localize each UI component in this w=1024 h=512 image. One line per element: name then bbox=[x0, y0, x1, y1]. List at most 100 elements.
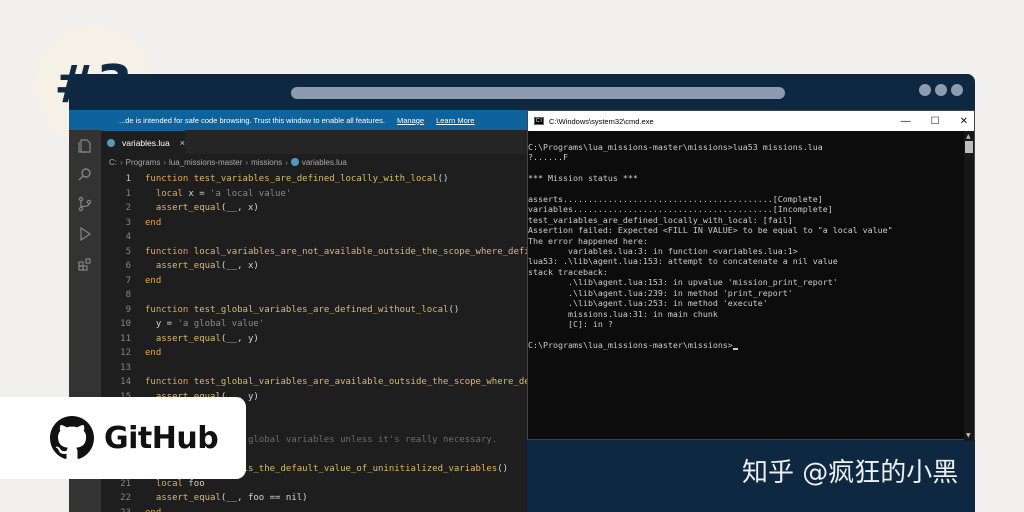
text-cursor bbox=[732, 348, 738, 351]
code-line[interactable]: 22 assert_equal(__, foo == nil) bbox=[101, 491, 527, 506]
cmd-window: C:\ C:\Windows\system32\cmd.exe — ☐ ✕ C:… bbox=[527, 110, 975, 441]
code-line[interactable]: 10 y = 'a global value' bbox=[101, 317, 527, 332]
maximize-icon[interactable]: ☐ bbox=[931, 116, 940, 127]
line-number: 21 bbox=[120, 478, 131, 489]
line-number: 1 bbox=[125, 188, 131, 199]
line-number: 9 bbox=[125, 304, 131, 315]
breadcrumb-item[interactable]: lua_missions-master bbox=[169, 158, 242, 167]
code-text: assert_equal(__, x) bbox=[155, 203, 259, 214]
cmd-app-icon: C:\ bbox=[534, 117, 544, 125]
cmd-line: The error happened here: bbox=[528, 235, 648, 246]
line-number: 11 bbox=[120, 333, 131, 344]
cmd-line: .\lib\agent.lua:239: in method 'print_re… bbox=[528, 287, 793, 298]
lua-file-icon bbox=[107, 138, 115, 147]
window-dot-3[interactable] bbox=[951, 84, 963, 96]
code-line[interactable]: 1 local x = 'a local value' bbox=[101, 187, 527, 202]
github-wordmark: GitHub bbox=[104, 420, 219, 456]
line-number: 22 bbox=[120, 493, 131, 504]
cmd-titlebar: C:\ C:\Windows\system32\cmd.exe — ☐ ✕ bbox=[528, 111, 974, 131]
code-line[interactable]: 14 function test_global_variables_are_ava… bbox=[101, 375, 527, 390]
code-line[interactable]: 12 end bbox=[101, 346, 527, 361]
scroll-down-icon[interactable]: ▼ bbox=[966, 432, 971, 439]
code-text: local x = 'a local value' bbox=[155, 188, 292, 199]
code-line[interactable]: 4 bbox=[101, 230, 527, 245]
cmd-output[interactable]: C:\Programs\lua_missions-master\missions… bbox=[528, 131, 964, 441]
extensions-icon[interactable] bbox=[75, 254, 95, 274]
code-text: function local_variables_are_not_availab… bbox=[145, 246, 527, 257]
line-number: 7 bbox=[125, 275, 131, 286]
cmd-line: variables.lua:3: in function <variables.… bbox=[528, 246, 798, 257]
scroll-thumb[interactable] bbox=[965, 141, 973, 153]
code-line[interactable]: 2 assert_equal(__, x) bbox=[101, 201, 527, 216]
line-number: 4 bbox=[125, 232, 131, 243]
code-line[interactable]: 11 assert_equal(__, y) bbox=[101, 332, 527, 347]
breadcrumb: C: › Programs › lua_missions-master › mi… bbox=[109, 154, 347, 170]
minimize-icon[interactable]: — bbox=[901, 116, 911, 127]
cmd-line: missions.lua:31: in main chunk bbox=[528, 308, 718, 319]
tab-label: variables.lua bbox=[122, 137, 170, 148]
code-line[interactable]: 9 function test_global_variables_are_defi… bbox=[101, 303, 527, 318]
code-line[interactable]: 8 bbox=[101, 288, 527, 303]
search-icon[interactable] bbox=[75, 164, 95, 184]
editor-tab-bar: variables.lua × bbox=[101, 130, 527, 154]
code-text: end bbox=[145, 275, 162, 286]
cmd-line: [C]: in ? bbox=[528, 318, 613, 329]
code-text: y = 'a global value' bbox=[145, 319, 265, 330]
source-control-icon[interactable] bbox=[75, 194, 95, 214]
line-number: 1 bbox=[125, 174, 131, 185]
cmd-line: .\lib\agent.lua:253: in method 'execute' bbox=[528, 298, 768, 309]
explorer-icon[interactable] bbox=[75, 136, 95, 156]
code-line[interactable]: 6 assert_equal(__, x) bbox=[101, 259, 527, 274]
banner-text: ...de is intended for safe code browsing… bbox=[119, 115, 385, 125]
code-text: assert_equal(__, foo == nil) bbox=[155, 493, 308, 504]
cmd-line: lua53: .\lib\agent.lua:153: attempt to c… bbox=[528, 256, 838, 267]
window-dot-1[interactable] bbox=[919, 84, 931, 96]
code-text: end bbox=[145, 348, 162, 359]
close-icon[interactable]: ✕ bbox=[960, 116, 968, 127]
breadcrumb-chevron-icon: › bbox=[285, 157, 288, 167]
tab-close-icon[interactable]: × bbox=[180, 138, 185, 148]
code-text: assert_equal(__, x) bbox=[155, 261, 259, 272]
cmd-line bbox=[528, 163, 964, 173]
cmd-line: variables...............................… bbox=[528, 204, 833, 215]
line-number: 8 bbox=[125, 290, 131, 301]
line-number: 12 bbox=[120, 348, 131, 359]
zhihu-watermark: 知乎 @疯狂的小黑 bbox=[742, 458, 959, 488]
cmd-line: .\lib\agent.lua:153: in upvalue 'mission… bbox=[528, 277, 838, 288]
tab-variables-lua[interactable]: variables.lua × bbox=[101, 130, 185, 154]
code-line[interactable]: 1 function test_variables_are_defined_loc… bbox=[101, 172, 527, 187]
lua-file-icon bbox=[290, 158, 299, 166]
address-bar[interactable] bbox=[291, 87, 785, 99]
cmd-line: *** Mission status *** bbox=[528, 173, 638, 184]
cmd-line: asserts.................................… bbox=[528, 194, 823, 205]
cmd-line bbox=[528, 329, 964, 339]
cmd-line: stack traceback: bbox=[528, 266, 608, 277]
banner-manage-link[interactable]: Manage bbox=[397, 116, 424, 125]
breadcrumb-chevron-icon: › bbox=[245, 157, 249, 167]
line-number: 3 bbox=[125, 217, 131, 228]
code-line[interactable]: 23end bbox=[101, 506, 527, 512]
code-line[interactable]: 3 end bbox=[101, 216, 527, 231]
github-card: GitHub bbox=[0, 397, 246, 479]
run-debug-icon[interactable] bbox=[75, 224, 95, 244]
breadcrumb-item[interactable]: missions bbox=[251, 158, 282, 167]
scroll-up-icon[interactable]: ▲ bbox=[966, 133, 971, 140]
code-text: assert_equal(__, y) bbox=[155, 333, 259, 344]
breadcrumb-chevron-icon: › bbox=[163, 157, 167, 167]
restricted-mode-banner: ...de is intended for safe code browsing… bbox=[69, 110, 527, 130]
line-number: 13 bbox=[120, 362, 131, 373]
line-number: 10 bbox=[120, 319, 131, 330]
github-logo-icon bbox=[50, 416, 94, 459]
code-line[interactable]: 5 function local_variables_are_not_availa… bbox=[101, 245, 527, 260]
breadcrumb-item[interactable]: variables.lua bbox=[302, 158, 347, 167]
cmd-line: C:\Programs\lua_missions-master\missions… bbox=[528, 142, 823, 152]
breadcrumb-item[interactable]: C: bbox=[109, 158, 117, 167]
line-number: 14 bbox=[120, 377, 131, 388]
cmd-line: ?......F bbox=[528, 152, 568, 163]
banner-learn-more-link[interactable]: Learn More bbox=[436, 116, 474, 125]
code-line[interactable]: 13 bbox=[101, 361, 527, 376]
code-line[interactable]: 7 end bbox=[101, 274, 527, 289]
breadcrumb-item[interactable]: Programs bbox=[126, 158, 161, 167]
cmd-scrollbar[interactable]: ▲ ▼ bbox=[964, 131, 974, 441]
window-dot-2[interactable] bbox=[935, 84, 947, 96]
